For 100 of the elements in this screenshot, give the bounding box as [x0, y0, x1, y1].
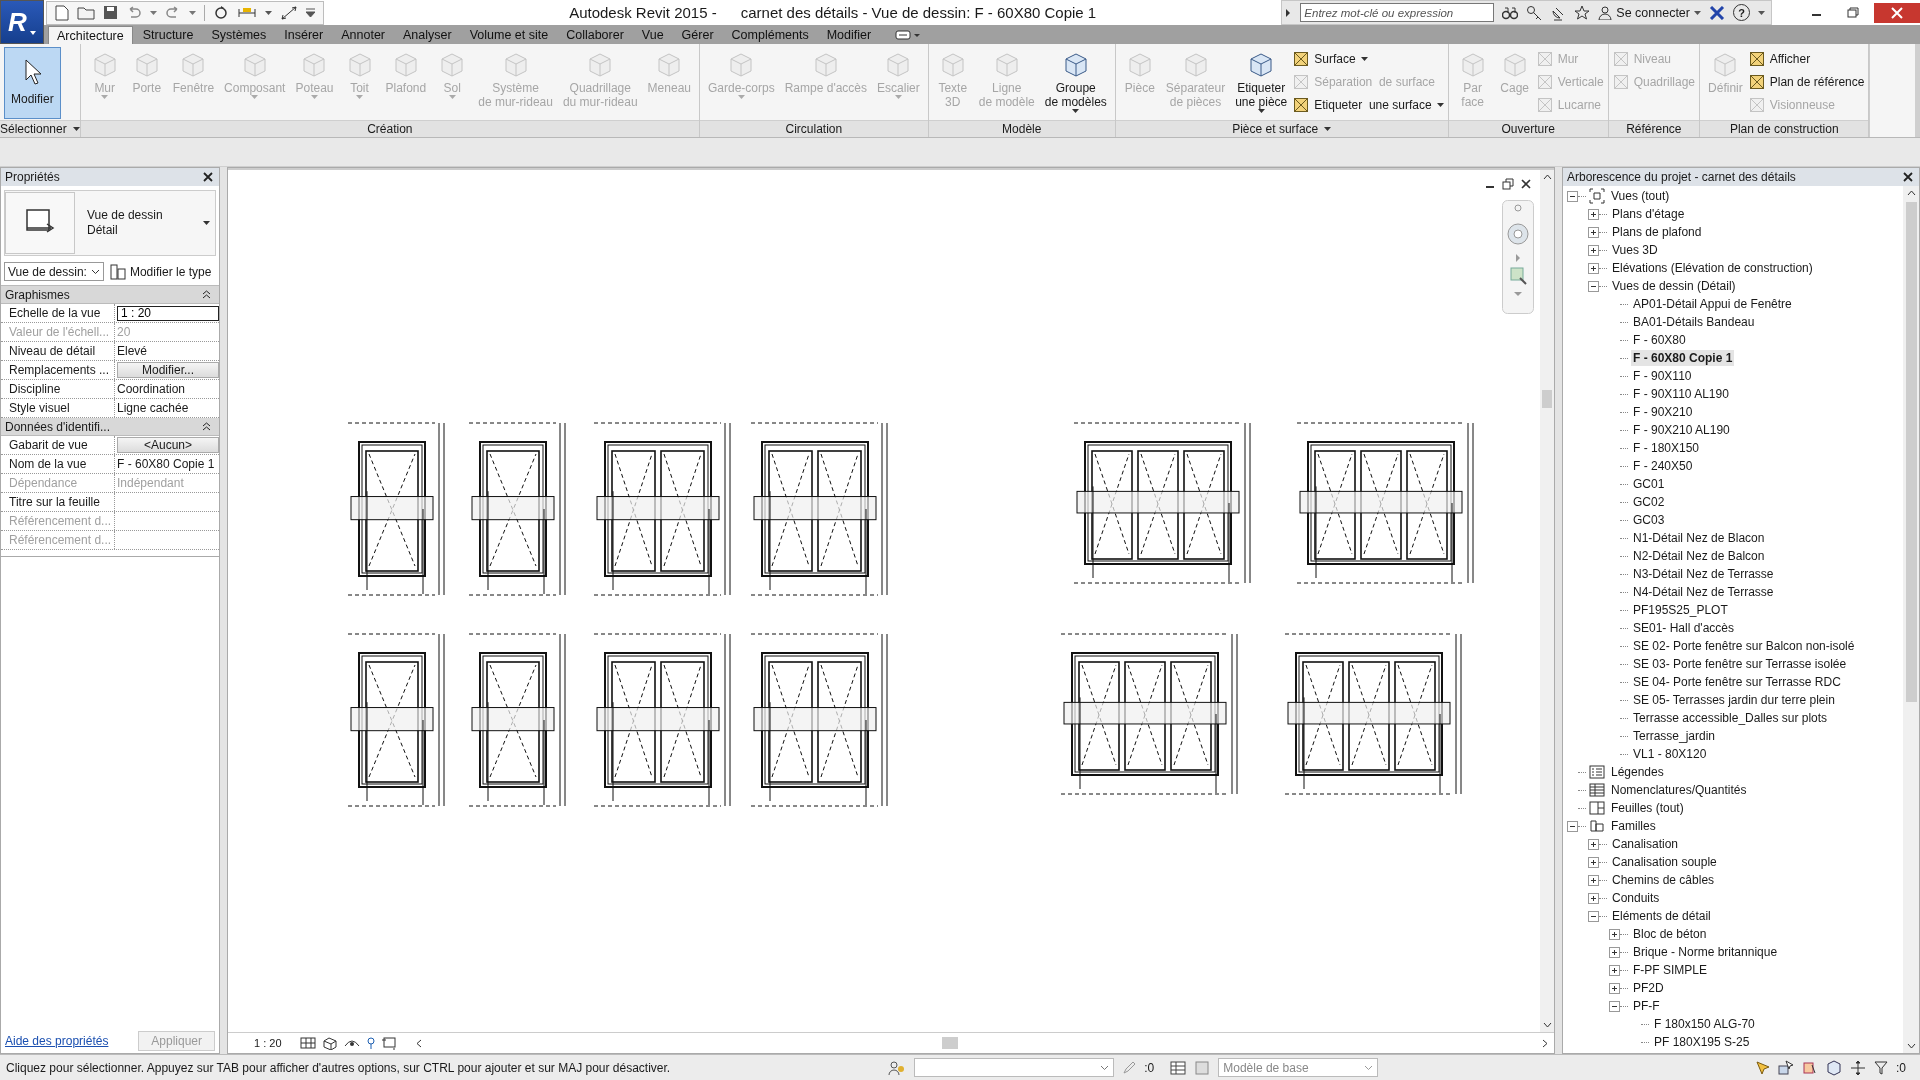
tree-item[interactable]: F 180x150 ALG-70	[1652, 1016, 1757, 1032]
expand-icon[interactable]	[1588, 856, 1599, 868]
tree-item[interactable]: Vues (tout)	[1609, 188, 1672, 204]
tree-item[interactable]: PF2D	[1631, 980, 1666, 996]
caret-icon[interactable]	[265, 10, 272, 15]
tree-item[interactable]: N2-Détail Nez de Balcon	[1631, 548, 1767, 564]
expand-icon[interactable]	[1609, 928, 1620, 940]
align-dimension-icon[interactable]	[280, 4, 298, 21]
ribbon-tab[interactable]: Insérer	[276, 26, 332, 44]
tree-item[interactable]: F - 60X80 Copie 1	[1631, 350, 1735, 366]
tree-item[interactable]: BA01-Détails Bandeau	[1631, 314, 1757, 330]
face-select-icon[interactable]	[1826, 1059, 1842, 1076]
tree-item[interactable]: Conduits	[1610, 890, 1662, 906]
tree-item[interactable]: Terrasse_jardin	[1631, 728, 1718, 744]
tree-item[interactable]: VL1 - 80X120	[1631, 746, 1709, 762]
tree-item[interactable]: Elévations (Elévation de construction)	[1610, 260, 1815, 276]
panel-title[interactable]: Ouverture	[1448, 120, 1608, 137]
collapse-icon[interactable]	[1567, 190, 1578, 202]
expand-icon[interactable]	[1588, 244, 1599, 256]
ribbon-tab[interactable]: Collaborer	[558, 26, 632, 44]
tree-item[interactable]: F - 90X110 AL190	[1631, 386, 1731, 402]
tree-item[interactable]: SE 02- Porte fenêtre sur Balcon non-isolé	[1631, 638, 1857, 654]
ribbon-tool-button[interactable]: Etiqueter une pièce	[1231, 47, 1292, 119]
sign-in-button[interactable]: Se connecter	[1598, 5, 1701, 20]
scroll-thumb[interactable]	[941, 1037, 958, 1049]
panel-title[interactable]: Référence	[1608, 120, 1700, 137]
ribbon-tab[interactable]: Structure	[134, 26, 202, 44]
tree-item[interactable]: Canalisation	[1610, 836, 1681, 852]
key-icon[interactable]	[1526, 4, 1543, 21]
panel-title[interactable]: Création	[80, 120, 699, 137]
caret-icon[interactable]	[1758, 10, 1765, 15]
ribbon-tool-button[interactable]: Surface	[1293, 49, 1444, 68]
properties-help-link[interactable]: Aide des propriétés	[5, 1034, 109, 1048]
tree-item[interactable]: N3-Détail Nez de Terrasse	[1631, 566, 1776, 582]
tree-item[interactable]: Nomenclatures/Quantités	[1609, 782, 1749, 798]
group-header[interactable]: Graphismes	[1, 286, 219, 304]
panel-title[interactable]: Plan de construction	[1700, 120, 1869, 137]
underlay-select-icon[interactable]	[1778, 1059, 1794, 1076]
design-option-dropdown[interactable]: Modèle de base	[1218, 1058, 1379, 1077]
expand-icon[interactable]	[1588, 208, 1599, 220]
collapse-icon[interactable]	[1609, 1000, 1620, 1012]
tree-item[interactable]: Canalisation souple	[1610, 854, 1719, 870]
tree-item[interactable]: Feuilles (tout)	[1609, 800, 1686, 816]
scroll-down-icon[interactable]	[1906, 1043, 1916, 1049]
type-selector[interactable]: Vue de dessin Détail	[4, 190, 216, 256]
collapse-icon[interactable]	[1567, 820, 1578, 832]
close-icon[interactable]	[1903, 172, 1913, 182]
tree-item[interactable]: SE 05- Terrasses jardin dur terre plein	[1631, 692, 1837, 708]
ribbon-tab[interactable]: Systèmes	[203, 26, 275, 44]
tree-item[interactable]: SE 04- Porte fenêtre sur Terrasse RDC	[1631, 674, 1843, 690]
tree-item[interactable]: PF-F	[1631, 998, 1662, 1014]
double-chevron-icon[interactable]	[202, 422, 211, 431]
tree-item[interactable]: AP01-Détail Appui de Fenêtre	[1631, 296, 1794, 312]
tree-item[interactable]: Plans d'étage	[1610, 206, 1687, 222]
undo-icon[interactable]	[126, 5, 142, 20]
detail-level-icon[interactable]	[299, 1036, 316, 1050]
tree-item[interactable]: F-PF SIMPLE	[1631, 962, 1709, 978]
modify-button[interactable]: Modifier	[4, 47, 61, 119]
double-chevron-icon[interactable]	[202, 290, 211, 299]
ribbon-tool-button[interactable]: Etiqueter une surface	[1293, 95, 1444, 114]
crop-icon[interactable]	[381, 1036, 398, 1050]
view-scale[interactable]: 1 : 20	[254, 1037, 282, 1049]
expand-icon[interactable]	[1588, 874, 1599, 886]
tree-item[interactable]: Chemins de câbles	[1610, 872, 1717, 888]
tree-item[interactable]: Bloc de béton	[1631, 926, 1709, 942]
ribbon-tab[interactable]: Analyser	[395, 26, 460, 44]
panel-title[interactable]: Pièce et surface	[1115, 120, 1448, 137]
panel-title[interactable]: Sélectionner	[0, 120, 80, 137]
tree-item[interactable]: PF 180X195 S-25	[1652, 1034, 1752, 1050]
vertical-scrollbar[interactable]	[1540, 170, 1554, 1032]
close-icon[interactable]	[203, 172, 213, 182]
star-icon[interactable]	[1574, 4, 1591, 21]
binoculars-icon[interactable]	[1502, 5, 1519, 20]
customize-caret-icon[interactable]	[306, 8, 315, 17]
tree-item[interactable]: F - 90X110	[1631, 368, 1694, 384]
tree-item[interactable]: GC03	[1631, 512, 1667, 528]
scroll-up-icon[interactable]	[1542, 174, 1552, 180]
tree-item[interactable]: Familles	[1609, 818, 1658, 834]
ribbon-tab[interactable]: Compléments	[723, 26, 817, 44]
pinned-select-icon[interactable]	[1802, 1059, 1818, 1076]
tree-item[interactable]: Légendes	[1609, 764, 1666, 780]
ribbon-tab[interactable]: Volume et site	[461, 26, 557, 44]
link-select-icon[interactable]	[1754, 1059, 1770, 1076]
folder-icon[interactable]	[77, 5, 95, 20]
panel-title[interactable]: Circulation	[700, 120, 928, 137]
property-value-button[interactable]: <Aucun>	[117, 437, 219, 453]
group-header[interactable]: Données d'identifi...	[1, 418, 219, 436]
tree-item[interactable]: Terrasse accessible_Dalles sur plots	[1631, 710, 1830, 726]
collapse-icon[interactable]	[1588, 910, 1599, 922]
tree-item[interactable]: PF195S25_PLOT	[1631, 602, 1730, 618]
tree-item[interactable]: F - 90X210	[1631, 404, 1695, 420]
tree-item[interactable]: Brique - Norme britannique	[1631, 944, 1780, 960]
ribbon-tab[interactable]: Architecture	[48, 26, 133, 44]
ribbon-tab[interactable]: Modifier	[818, 26, 880, 44]
expand-icon[interactable]	[1609, 982, 1620, 994]
caret-icon[interactable]	[150, 10, 157, 15]
ribbon-tool-button[interactable]: Groupe de modèles	[1040, 47, 1111, 119]
ribbon-tab[interactable]: Annoter	[333, 26, 393, 44]
table-icon[interactable]	[1170, 1060, 1187, 1075]
scale-field[interactable]: 1 : 20	[117, 305, 219, 321]
